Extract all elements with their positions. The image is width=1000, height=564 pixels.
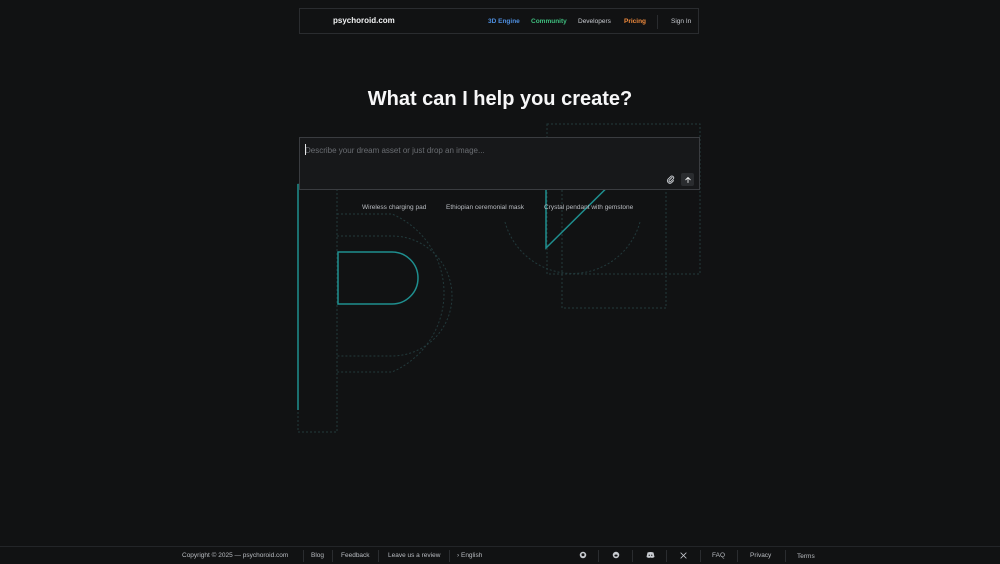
- footer-link-review[interactable]: Leave us a review: [388, 552, 440, 559]
- footer-link-faq[interactable]: FAQ: [712, 552, 725, 559]
- nav-divider: [657, 15, 658, 29]
- language-selector[interactable]: › English: [457, 552, 482, 559]
- footer-link-privacy[interactable]: Privacy: [750, 552, 771, 559]
- footer-divider: [700, 550, 701, 562]
- footer-divider: [737, 550, 738, 562]
- prompt-box: [299, 137, 700, 190]
- nav-developers[interactable]: Developers: [578, 18, 611, 25]
- discord-icon: [646, 552, 654, 558]
- suggestion-chip[interactable]: Wireless charging pad: [362, 204, 426, 211]
- footer-divider: [666, 550, 667, 562]
- x-icon: [679, 551, 687, 559]
- send-button[interactable]: [681, 173, 694, 186]
- footer-link-blog[interactable]: Blog: [311, 552, 324, 559]
- attach-button[interactable]: [664, 173, 677, 186]
- language-label: English: [460, 552, 483, 559]
- text-caret: [305, 144, 306, 155]
- footer-link-feedback[interactable]: Feedback: [341, 552, 370, 559]
- copyright-text: Copyright © 2025 — psychoroid.com: [182, 552, 289, 559]
- footer-divider: [632, 550, 633, 562]
- top-navigation: psychoroid.com 3D Engine Community Devel…: [299, 8, 699, 34]
- discord-link[interactable]: [645, 550, 655, 560]
- sign-in-link[interactable]: Sign In: [671, 18, 691, 25]
- footer: Copyright © 2025 — psychoroid.com Blog F…: [0, 546, 1000, 564]
- chevron-right-icon: ›: [457, 552, 460, 559]
- prompt-input[interactable]: [305, 143, 655, 157]
- footer-divider: [598, 550, 599, 562]
- suggestion-chip[interactable]: Ethiopian ceremonial mask: [446, 204, 524, 211]
- reddit-link[interactable]: [611, 550, 621, 560]
- x-link[interactable]: [678, 550, 688, 560]
- nav-3d-engine[interactable]: 3D Engine: [488, 18, 520, 25]
- brand-logo[interactable]: psychoroid.com: [333, 16, 395, 25]
- paperclip-icon: [667, 175, 675, 184]
- background-logo-outline: [297, 123, 701, 433]
- github-link[interactable]: [578, 550, 588, 560]
- nav-pricing[interactable]: Pricing: [624, 18, 646, 25]
- reddit-icon: [612, 551, 620, 559]
- footer-divider: [303, 550, 304, 562]
- footer-divider: [378, 550, 379, 562]
- suggestion-chip[interactable]: Crystal pendant with gemstone: [544, 204, 633, 211]
- arrow-up-icon: [684, 176, 691, 183]
- github-icon: [579, 551, 587, 559]
- footer-link-terms[interactable]: Terms: [797, 553, 815, 560]
- nav-community[interactable]: Community: [531, 18, 567, 25]
- footer-divider: [449, 550, 450, 562]
- footer-divider: [332, 550, 333, 562]
- hero-title: What can I help you create?: [367, 88, 633, 110]
- footer-divider: [785, 550, 786, 562]
